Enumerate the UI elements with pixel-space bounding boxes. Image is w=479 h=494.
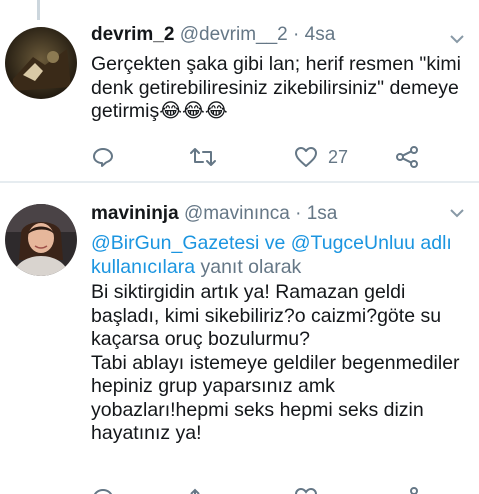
share-icon <box>395 145 419 169</box>
reply-icon <box>91 145 115 169</box>
author-line: devrim_2 @devrim__2 · 4sa <box>91 24 335 46</box>
share-button[interactable] <box>395 484 419 494</box>
handle[interactable]: @mavinınca <box>184 203 290 224</box>
reply-button[interactable] <box>91 143 115 171</box>
display-name[interactable]: devrim_2 <box>91 24 174 45</box>
reply-suffix: yanıt olarak <box>200 255 302 278</box>
tweet-text: Gerçekten şaka gibi lan; herif resmen "k… <box>91 53 461 122</box>
tweet[interactable]: devrim_2 @devrim__2 · 4sa Gerçekten şaka… <box>0 0 479 180</box>
reply-button[interactable] <box>91 484 115 494</box>
like-icon <box>294 145 318 169</box>
caret-down-icon[interactable] <box>449 32 465 44</box>
reply-connector: ve <box>264 232 286 254</box>
like-icon <box>294 486 318 494</box>
retweet-button[interactable] <box>189 484 217 494</box>
retweet-icon <box>189 486 217 494</box>
reply-context: @BirGun_Gazetesi ve @TugceUnluu adlı kul… <box>91 232 471 279</box>
timestamp[interactable]: · 4sa <box>293 24 335 45</box>
like-button[interactable] <box>294 484 318 494</box>
tweet[interactable]: mavininja @mavinınca · 1sa @BirGun_Gazet… <box>0 184 479 494</box>
handle[interactable]: @devrim__2 <box>180 24 288 45</box>
tweet-actions: 27 <box>91 143 431 171</box>
timestamp[interactable]: · 1sa <box>295 203 337 224</box>
caret-down-icon[interactable] <box>449 206 465 218</box>
share-button[interactable] <box>395 143 419 171</box>
like-count: 27 <box>328 146 349 167</box>
reply-icon <box>91 486 115 494</box>
retweet-button[interactable] <box>189 143 217 171</box>
mention-link[interactable]: @TugceUnluu <box>291 232 415 254</box>
retweet-icon <box>189 145 217 169</box>
mention-link[interactable]: @BirGun_Gazetesi <box>91 232 259 254</box>
display-name[interactable]: mavininja <box>91 203 179 224</box>
avatar[interactable] <box>5 27 77 99</box>
share-icon <box>395 486 419 494</box>
like-button[interactable]: 27 <box>294 143 348 171</box>
author-line: mavininja @mavinınca · 1sa <box>91 203 337 225</box>
tweet-text: Bi siktirgidin artık ya! Ramazan geldi b… <box>91 281 460 444</box>
avatar[interactable] <box>5 204 77 276</box>
tweet-actions <box>91 484 431 494</box>
tweet-divider <box>0 181 479 183</box>
